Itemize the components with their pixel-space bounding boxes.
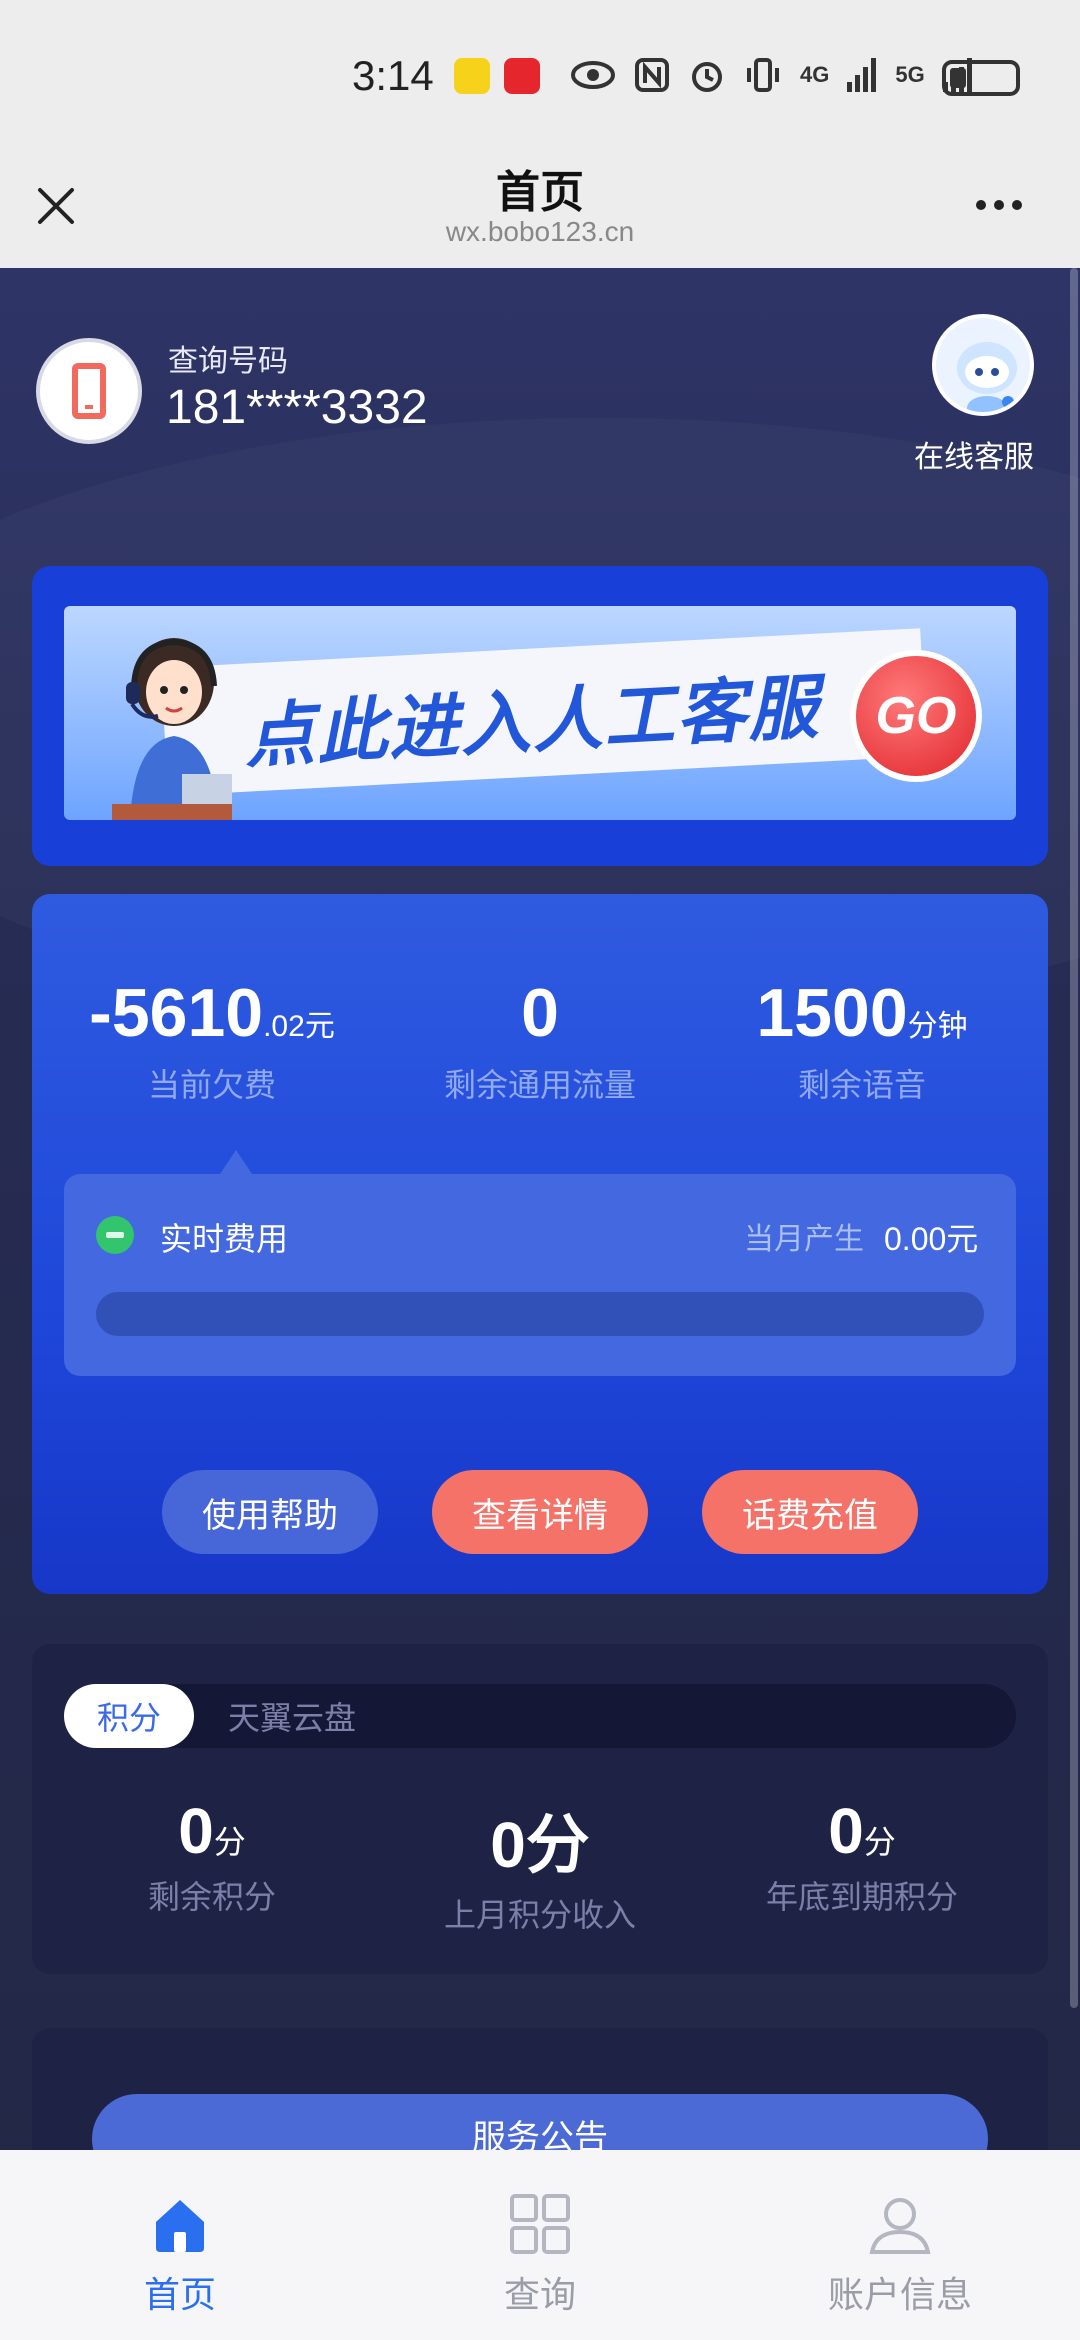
query-number-label: 查询号码 <box>168 344 288 379</box>
tab-tianyi-cloud[interactable]: 天翼云盘 <box>228 1684 356 1748</box>
realtime-fee-progress <box>96 1292 984 1336</box>
title-bar: 首页 wx.bobo123.cn <box>0 152 1080 268</box>
remaining-points-label: 剩余积分 <box>147 1878 276 1916</box>
last-month-points-value: 0分 <box>490 1809 590 1881</box>
vibrate-icon <box>747 58 779 92</box>
nav-account[interactable]: 账户信息 <box>780 2192 1020 2318</box>
remaining-data-value: 0 <box>521 975 559 1051</box>
expiring-points-label: 年底到期积分 <box>765 1878 958 1916</box>
balance-card: -5610.02元 当前欠费 0 剩余通用流量 1500分钟 剩余语音 实时费用… <box>32 894 1048 1594</box>
signal-5g-icon: 5G <box>895 62 925 87</box>
go-button[interactable]: GO <box>850 650 982 782</box>
recharge-button[interactable]: 话费充值 <box>702 1470 918 1554</box>
current-due-value: -5610.02元 <box>89 975 335 1051</box>
status-time: 3:14 <box>352 52 434 99</box>
status-bar: 3:14 4G 5G <box>0 0 1080 152</box>
signal-bars-icon <box>847 58 877 92</box>
nav-query-label: 查询 <box>503 2275 576 2316</box>
remaining-data-stat[interactable]: 0 剩余通用流量 <box>418 974 662 1106</box>
expiring-points-value: 0分 <box>828 1795 896 1867</box>
alarm-icon <box>692 62 722 92</box>
customer-agent-illustration <box>112 638 232 820</box>
expiring-points-stat: 0分 年底到期积分 <box>732 1794 992 1918</box>
bottom-nav: 首页 查询 账户信息 <box>0 2150 1080 2340</box>
remaining-points-stat: 0分 剩余积分 <box>92 1794 332 1918</box>
user-icon <box>869 2198 931 2254</box>
realtime-fee-panel: 实时费用 当月产生 0.00元 <box>64 1174 1016 1376</box>
notification-shop-icon <box>504 58 540 94</box>
service-notice-button[interactable]: 服务公告 <box>92 2094 988 2150</box>
remaining-voice-value: 1500分钟 <box>756 975 968 1051</box>
nav-account-label: 账户信息 <box>827 2275 972 2316</box>
service-notice-card: 服务公告 <box>32 2028 1048 2150</box>
last-month-points-label: 上月积分收入 <box>443 1896 636 1934</box>
month-generated-label: 当月产生 <box>744 1222 864 1257</box>
help-button[interactable]: 使用帮助 <box>162 1470 378 1554</box>
query-number: 181****3332 <box>166 381 428 434</box>
realtime-fee-icon <box>96 1216 134 1254</box>
signal-4g-icon: 4G <box>800 62 830 87</box>
phone-icon <box>72 363 106 419</box>
month-generated-value: 0.00元 <box>884 1221 979 1257</box>
page-url: wx.bobo123.cn <box>445 216 635 247</box>
points-tabs: 积分 天翼云盘 <box>64 1684 1016 1748</box>
nav-home[interactable]: 首页 <box>60 2192 300 2318</box>
eye-icon <box>571 61 615 89</box>
notification-app-icon <box>454 58 490 94</box>
human-service-banner[interactable]: 点此进入人工客服 GO <box>64 606 1016 820</box>
online-service-label[interactable]: 在线客服 <box>914 432 1034 476</box>
last-month-points-stat: 0分 上月积分收入 <box>402 1794 678 1936</box>
main-content: 查询号码 181****3332 在线客服 点此进入人工客服 GO -5610.… <box>0 268 1080 2150</box>
robot-mascot-icon <box>957 342 1017 412</box>
remaining-data-label: 剩余通用流量 <box>443 1066 636 1104</box>
grid-icon <box>510 2194 570 2254</box>
remaining-voice-label: 剩余语音 <box>797 1066 926 1104</box>
tab-points[interactable]: 积分 <box>64 1684 194 1748</box>
nfc-icon <box>635 58 669 92</box>
home-icon <box>156 2200 204 2252</box>
status-icons: 4G 5G <box>570 56 973 94</box>
more-options-icon[interactable] <box>976 200 1022 210</box>
battery-icon <box>942 60 1020 96</box>
page-title: 首页 <box>496 167 584 218</box>
banner-card: 点此进入人工客服 GO <box>32 566 1048 866</box>
nav-query[interactable]: 查询 <box>420 2192 660 2318</box>
phone-avatar <box>36 338 142 444</box>
view-details-button[interactable]: 查看详情 <box>432 1470 648 1554</box>
scrollbar[interactable] <box>1070 268 1078 2008</box>
current-due-stat[interactable]: -5610.02元 当前欠费 <box>82 974 342 1106</box>
points-card: 积分 天翼云盘 0分 剩余积分 0分 上月积分收入 0分 年底到期积分 <box>32 1644 1048 1974</box>
nav-home-label: 首页 <box>143 2275 216 2316</box>
realtime-fee-title: 实时费用 <box>160 1220 289 1258</box>
remaining-points-value: 0分 <box>178 1795 246 1867</box>
remaining-voice-stat[interactable]: 1500分钟 剩余语音 <box>732 974 992 1106</box>
current-due-label: 当前欠费 <box>147 1066 276 1104</box>
online-service-avatar[interactable] <box>932 314 1034 416</box>
